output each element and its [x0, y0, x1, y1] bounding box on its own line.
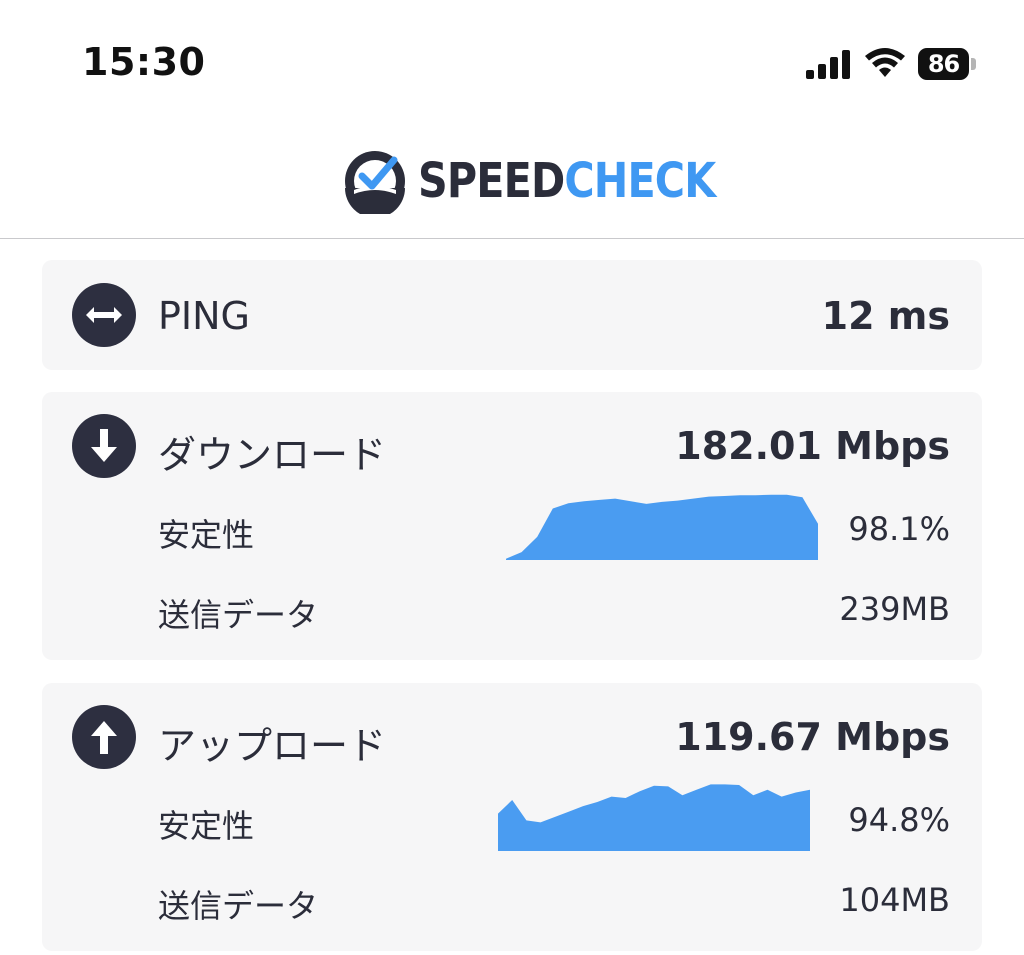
status-time: 15:30: [82, 40, 206, 84]
upload-stability-label: 安定性: [158, 807, 255, 845]
download-card: ダウンロード 182.01 Mbps 安定性 98.1% 送信データ 239MB: [42, 392, 982, 660]
ping-label: PING: [158, 294, 250, 338]
upload-stability-graph: [498, 784, 810, 851]
download-value: 182.01 Mbps: [675, 424, 950, 468]
logo-text: SPEEDCHECK: [418, 157, 716, 205]
upload-value: 119.67 Mbps: [675, 715, 950, 759]
ping-card: PING 12 ms: [42, 260, 982, 370]
upload-stability-area: [498, 784, 810, 851]
download-stability-graph: [506, 494, 818, 560]
logo-text-check: CHECK: [564, 153, 716, 209]
wifi-icon: [865, 48, 905, 77]
down-arrow-icon: [72, 414, 136, 478]
up-arrow-icon: [72, 705, 136, 769]
download-data-label: 送信データ: [158, 596, 319, 634]
download-data-value: 239MB: [839, 590, 950, 628]
speedcheck-logo: SPEEDCHECK: [342, 148, 764, 214]
upload-data-value: 104MB: [839, 881, 950, 919]
upload-card: アップロード 119.67 Mbps 安定性 94.8% 送信データ 104MB: [42, 683, 982, 951]
speedometer-check-icon: [345, 151, 405, 214]
download-label: ダウンロード: [158, 433, 387, 477]
battery-level: 86: [918, 48, 970, 80]
upload-stability-value: 94.8%: [848, 801, 950, 839]
left-right-arrow-icon: [72, 283, 136, 347]
upload-data-label: 送信データ: [158, 887, 319, 925]
logo-text-speed: SPEED: [418, 153, 565, 209]
cellular-signal-icon: [806, 50, 850, 79]
status-bar: 15:30 86: [0, 0, 1024, 120]
download-stability-label: 安定性: [158, 516, 255, 554]
status-icons: 86: [806, 44, 976, 84]
download-stability-value: 98.1%: [848, 510, 950, 548]
ping-value: 12 ms: [821, 294, 950, 338]
battery-tip: [971, 58, 976, 70]
app-header: SPEEDCHECK: [0, 120, 1024, 239]
upload-label: アップロード: [158, 724, 387, 768]
app-screen: 15:30 86 SPEEDCHECK PING 12 ms ダウンロード 18…: [0, 0, 1024, 955]
battery-icon: 86: [918, 47, 976, 81]
download-stability-area: [506, 494, 818, 560]
